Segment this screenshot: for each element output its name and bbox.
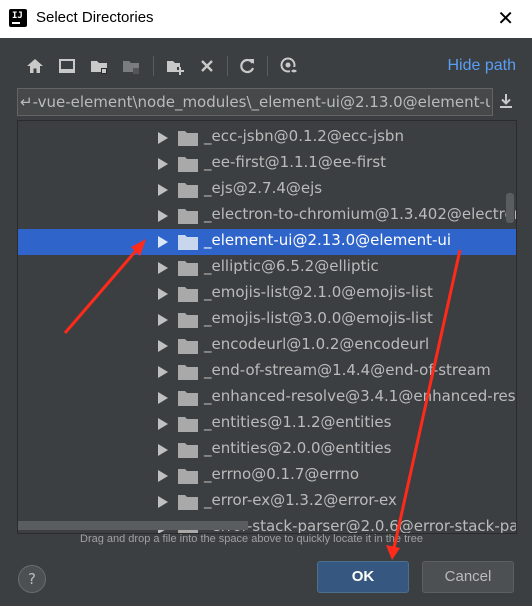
show-hidden-icon[interactable] [279,56,299,76]
window-title: Select Directories [36,9,154,26]
tree-row-label: _error-stack-parser@2.0.6@error-stack-pa… [204,517,517,534]
folder-icon [178,469,198,484]
expand-arrow-icon[interactable] [158,340,168,352]
delete-icon[interactable] [197,56,217,76]
expand-arrow-icon[interactable] [158,470,168,482]
help-button[interactable]: ? [18,565,46,593]
expand-arrow-icon[interactable] [158,366,168,378]
project-folder-icon[interactable] [89,56,109,76]
tree-row[interactable]: _enhanced-resolve@3.4.1@enhanced-resol [18,385,516,411]
tree-row[interactable]: _error-ex@1.3.2@error-ex [18,489,516,515]
module-folder-icon[interactable] [121,56,141,76]
folder-icon [178,443,198,458]
vertical-scrollbar-thumb[interactable] [506,193,514,223]
tree-row-label: _ecc-jsbn@0.1.2@ecc-jsbn [204,127,404,145]
toolbar-separator [153,56,154,76]
folder-icon [178,209,198,224]
tree-row-label: _end-of-stream@1.4.4@end-of-stream [204,361,491,379]
drag-drop-hint: Drag and drop a file into the space abov… [80,533,424,545]
folder-icon [178,261,198,276]
title-bar: IJ Select Directories ✕ [0,0,532,38]
expand-arrow-icon[interactable] [158,236,168,248]
tree-row[interactable]: _emojis-list@3.0.0@emojis-list [18,307,516,333]
directory-tree[interactable]: _ecc-jsbn@0.1.2@ecc-jsbn _ee-first@1.1.1@… [17,120,517,534]
folder-icon [178,417,198,432]
expand-arrow-icon[interactable] [158,392,168,404]
tree-row-label: _enhanced-resolve@3.4.1@enhanced-resol [204,387,517,405]
folder-icon [178,313,198,328]
folder-icon [178,287,198,302]
tree-row-label: _element-ui@2.13.0@element-ui [204,231,452,249]
close-icon[interactable]: ✕ [497,6,514,30]
expand-arrow-icon[interactable] [158,496,168,508]
tree-row[interactable]: _encodeurl@1.0.2@encodeurl [18,333,516,359]
tree-row-label: _error-ex@1.3.2@error-ex [204,491,397,509]
folder-icon [178,339,198,354]
expand-arrow-icon[interactable] [158,444,168,456]
tree-row[interactable]: _entities@1.1.2@entities [18,411,516,437]
new-folder-icon[interactable] [165,56,185,76]
toolbar-separator [227,56,228,76]
folder-icon [178,391,198,406]
path-input[interactable] [18,89,492,115]
expand-arrow-icon[interactable] [158,262,168,274]
folder-icon [178,157,198,172]
expand-arrow-icon[interactable] [158,288,168,300]
tree-row-label: _encodeurl@1.0.2@encodeurl [204,335,430,353]
folder-icon [178,495,198,510]
ok-button[interactable]: OK [317,561,409,593]
folder-icon [178,131,198,146]
home-icon[interactable] [25,56,45,76]
tree-row-label: _entities@1.1.2@entities [204,413,392,431]
toolbar-separator [267,56,268,76]
hide-path-link[interactable]: Hide path [448,57,517,75]
horizontal-scrollbar-thumb[interactable] [18,521,248,530]
tree-row[interactable]: _emojis-list@2.1.0@emojis-list [18,281,516,307]
tree-row-selected[interactable]: _element-ui@2.13.0@element-ui [18,229,516,255]
tree-row-label: _entities@2.0.0@entities [204,439,392,457]
tree-row-label: _emojis-list@2.1.0@emojis-list [204,283,433,301]
tree-row[interactable]: _ee-first@1.1.1@ee-first [18,151,516,177]
tree-row[interactable]: _ejs@2.7.4@ejs [18,177,516,203]
expand-arrow-icon[interactable] [158,158,168,170]
tree-row[interactable]: _entities@2.0.0@entities [18,437,516,463]
folder-icon [178,183,198,198]
intellij-app-icon: IJ [9,9,27,27]
tree-row[interactable]: _ecc-jsbn@0.1.2@ecc-jsbn [18,125,516,151]
tree-row[interactable]: _elliptic@6.5.2@elliptic [18,255,516,281]
tree-row-label: _errno@0.1.7@errno [204,465,360,483]
folder-icon [178,365,198,380]
expand-arrow-icon[interactable] [158,210,168,222]
folder-icon [178,235,198,250]
tree-row[interactable]: _errno@0.1.7@errno [18,463,516,489]
expand-arrow-icon[interactable] [158,314,168,326]
tree-row-label: _emojis-list@3.0.0@emojis-list [204,309,433,327]
expand-arrow-icon[interactable] [158,132,168,144]
refresh-icon[interactable] [237,56,257,76]
tree-row-label: _ee-first@1.1.1@ee-first [204,153,387,171]
tree-row[interactable]: _electron-to-chromium@1.3.402@electron [18,203,516,229]
expand-arrow-icon[interactable] [158,418,168,430]
desktop-icon[interactable] [57,56,77,76]
tree-row-label: _ejs@2.7.4@ejs [204,179,323,197]
tree-row-label: _elliptic@6.5.2@elliptic [204,257,379,275]
tree-row[interactable]: _end-of-stream@1.4.4@end-of-stream [18,359,516,385]
expand-arrow-icon[interactable] [158,184,168,196]
path-field[interactable] [17,88,493,116]
cancel-button[interactable]: Cancel [422,561,514,593]
tree-row-label: _electron-to-chromium@1.3.402@electron [204,205,517,223]
toolbar [22,52,517,80]
download-icon[interactable] [497,92,515,110]
